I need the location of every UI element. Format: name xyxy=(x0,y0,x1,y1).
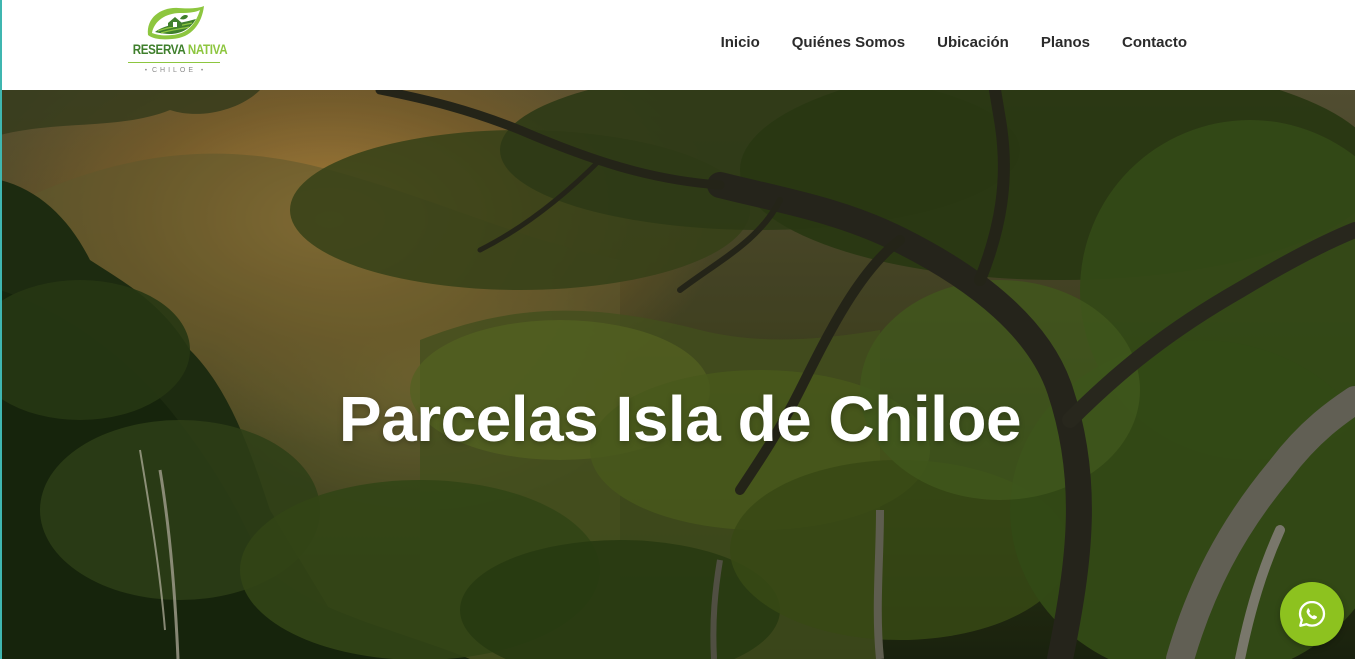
nav-contacto[interactable]: Contacto xyxy=(1106,33,1203,53)
logo-subtitle: • CHILOE • xyxy=(144,67,204,74)
whatsapp-button[interactable] xyxy=(1280,582,1344,646)
logo-divider xyxy=(128,62,220,63)
nav-planos[interactable]: Planos xyxy=(1025,33,1106,53)
left-edge-accent xyxy=(0,0,2,659)
hero-title: Parcelas Isla de Chiloe xyxy=(338,383,1022,455)
page: RESERVA NATIVA • CHILOE • Inicio Quiénes… xyxy=(0,0,1355,659)
hero-banner: Parcelas Isla de Chiloe xyxy=(0,90,1355,659)
whatsapp-icon xyxy=(1298,600,1326,627)
hero-overlay xyxy=(0,90,1355,659)
logo-subtitle-text: CHILOE xyxy=(151,67,197,74)
nav-inicio[interactable]: Inicio xyxy=(705,33,776,53)
leaf-farmhouse-icon xyxy=(147,6,204,40)
nav-quienes-somos[interactable]: Quiénes Somos xyxy=(776,33,921,53)
main-nav: Inicio Quiénes Somos Ubicación Planos Co… xyxy=(705,33,1203,53)
site-header: RESERVA NATIVA • CHILOE • Inicio Quiénes… xyxy=(0,0,1355,90)
logo-word-reserva: RESERVA xyxy=(132,42,186,57)
nav-ubicacion[interactable]: Ubicación xyxy=(921,33,1025,53)
logo-word-nativa: NATIVA xyxy=(187,42,228,57)
site-logo[interactable]: RESERVA NATIVA • CHILOE • xyxy=(126,5,228,77)
logo-title: RESERVA NATIVA xyxy=(132,42,228,58)
